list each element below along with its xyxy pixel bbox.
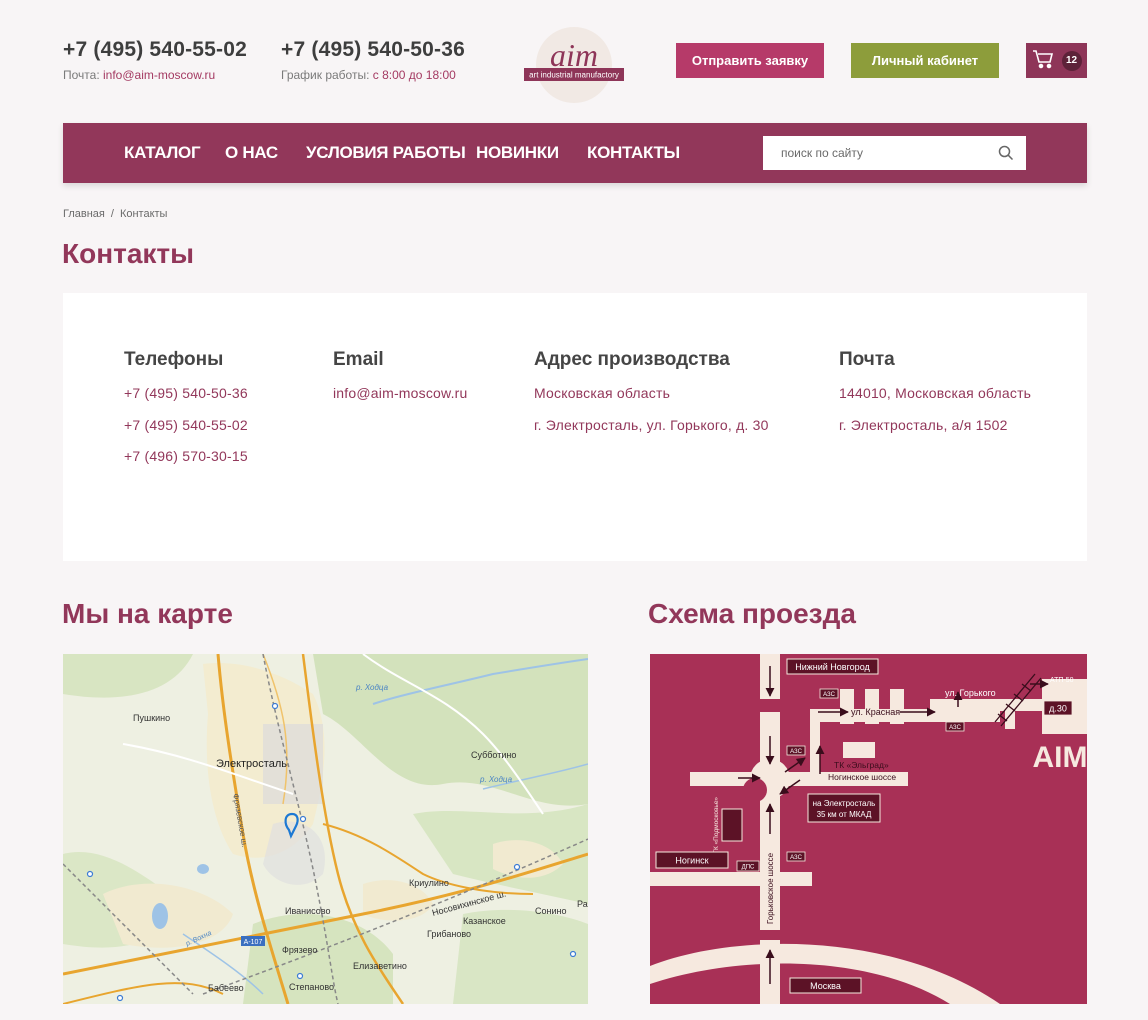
svg-text:Пушкино: Пушкино (133, 713, 170, 723)
nav-item-contacts[interactable]: КОНТАКТЫ (587, 143, 680, 163)
cart-icon (1032, 49, 1054, 72)
svg-text:35 км от МКАД: 35 км от МКАД (817, 810, 872, 819)
cart-button[interactable]: 12 (1026, 43, 1087, 78)
svg-text:AIM: AIM (1033, 741, 1088, 774)
main-navigation: КАТАЛОГ О НАС УСЛОВИЯ РАБОТЫ НОВИНКИ КОН… (63, 123, 1087, 183)
svg-text:Ра: Ра (577, 899, 588, 909)
svg-text:Фрязево: Фрязево (282, 945, 317, 955)
address-title: Адрес производства (534, 349, 730, 370)
map-section-title: Мы на карте (62, 598, 233, 629)
svg-text:Горьковское шоссе: Горьковское шоссе (766, 852, 775, 924)
breadcrumb-home[interactable]: Главная (63, 208, 105, 220)
search-icon[interactable] (998, 145, 1014, 161)
svg-text:ул. Красная: ул. Красная (851, 707, 900, 717)
svg-text:Степаново: Степаново (289, 982, 334, 992)
post-column: Почта 144010, Московская область г. Элек… (839, 349, 1031, 448)
svg-text:Казанское: Казанское (463, 916, 506, 926)
page-title: Контакты (62, 238, 195, 269)
svg-text:aim: aim (550, 37, 598, 73)
svg-text:ул. Горького: ул. Горького (945, 688, 996, 698)
svg-text:АТП-50: АТП-50 (1050, 677, 1074, 684)
send-request-button[interactable]: Отправить заявку (676, 43, 824, 78)
svg-text:Ногинск: Ногинск (675, 856, 708, 866)
email-column: Email info@aim-moscow.ru (333, 349, 468, 417)
svg-text:ДПС: ДПС (742, 865, 755, 871)
svg-text:Бабеево: Бабеево (208, 983, 244, 993)
nav-item-conditions[interactable]: УСЛОВИЯ РАБОТЫ (306, 143, 466, 163)
phone-link[interactable]: +7 (495) 540-50-36 (124, 385, 248, 417)
address-line: Московская область (534, 385, 671, 401)
svg-text:ТК «Эльград»: ТК «Эльград» (834, 760, 889, 770)
svg-text:Иванисово: Иванисово (285, 906, 330, 916)
header-schedule-line: График работы: с 8:00 до 18:00 (281, 68, 456, 82)
svg-text:Грибаново: Грибаново (427, 929, 471, 939)
phones-title: Телефоны (124, 349, 224, 370)
svg-text:АЗС: АЗС (790, 749, 802, 755)
svg-text:на Электросталь: на Электросталь (813, 799, 876, 808)
site-search (763, 136, 1026, 170)
email-label: Почта: (63, 68, 103, 82)
email-title: Email (333, 349, 384, 370)
header-phone-1[interactable]: +7 (495) 540-55-02 (63, 38, 247, 62)
directions-scheme: Нижний Новгород АЗС ул. Горького АТП-50 … (650, 654, 1087, 1004)
site-logo[interactable]: aim art industrial manufactory (522, 26, 626, 104)
cart-count-badge: 12 (1061, 50, 1082, 71)
svg-text:А-107: А-107 (244, 939, 263, 946)
header-phone-2[interactable]: +7 (495) 540-50-36 (281, 38, 465, 62)
interactive-map[interactable]: А-107 Пушкино Электросталь Субботино р. … (63, 654, 588, 1004)
personal-cabinet-button[interactable]: Личный кабинет (851, 43, 999, 78)
address-line: г. Электросталь, ул. Горького, д. 30 (534, 416, 769, 433)
scheme-section-title: Схема проезда (648, 598, 856, 629)
header-email-line: Почта: info@aim-moscow.ru (63, 68, 215, 82)
phone-link[interactable]: +7 (495) 540-55-02 (124, 417, 248, 449)
header-email-link[interactable]: info@aim-moscow.ru (103, 68, 215, 82)
nav-item-news[interactable]: НОВИНКИ (476, 143, 559, 163)
post-title: Почта (839, 349, 895, 370)
svg-text:ТК «Подмосковье»: ТК «Подмосковье» (713, 797, 720, 854)
address-column: Адрес производства Московская область г.… (534, 349, 769, 448)
email-link[interactable]: info@aim-moscow.ru (333, 385, 468, 417)
svg-text:Москва: Москва (810, 981, 841, 991)
nav-item-catalog[interactable]: КАТАЛОГ (124, 143, 201, 163)
contacts-card: Телефоны +7 (495) 540-50-36 +7 (495) 540… (63, 293, 1087, 561)
svg-text:Субботино: Субботино (471, 750, 516, 760)
svg-text:Ногинское шоссе: Ногинское шоссе (828, 772, 896, 782)
svg-text:Сонино: Сонино (535, 906, 566, 916)
phones-column: Телефоны +7 (495) 540-50-36 +7 (495) 540… (124, 349, 248, 480)
phone-link[interactable]: +7 (496) 570-30-15 (124, 448, 248, 480)
search-input[interactable] (763, 136, 983, 170)
svg-text:д.30: д.30 (1049, 704, 1067, 714)
schedule-value: с 8:00 до 18:00 (372, 68, 456, 82)
post-line: 144010, Московская область (839, 385, 1032, 401)
post-line: г. Электросталь, а/я 1502 (839, 416, 1008, 433)
svg-text:АЗС: АЗС (949, 725, 961, 731)
svg-text:Криулино: Криулино (409, 878, 449, 888)
breadcrumb-current: Контакты (119, 208, 168, 220)
svg-text:Елизаветино: Елизаветино (353, 961, 407, 971)
svg-text:Нижний Новгород: Нижний Новгород (795, 662, 870, 672)
nav-item-about[interactable]: О НАС (225, 143, 278, 163)
svg-text:art industrial manufactory: art industrial manufactory (529, 71, 619, 80)
svg-text:АЗС: АЗС (790, 855, 802, 861)
svg-text:р. Ходца: р. Ходца (479, 775, 513, 784)
svg-text:АЗС: АЗС (823, 692, 835, 698)
schedule-label: График работы: (281, 68, 373, 82)
svg-text:р. Ходца: р. Ходца (355, 683, 389, 692)
breadcrumb: Главная / Контакты (63, 208, 167, 220)
breadcrumb-separator: / (110, 208, 114, 220)
svg-text:Электросталь: Электросталь (216, 758, 287, 770)
